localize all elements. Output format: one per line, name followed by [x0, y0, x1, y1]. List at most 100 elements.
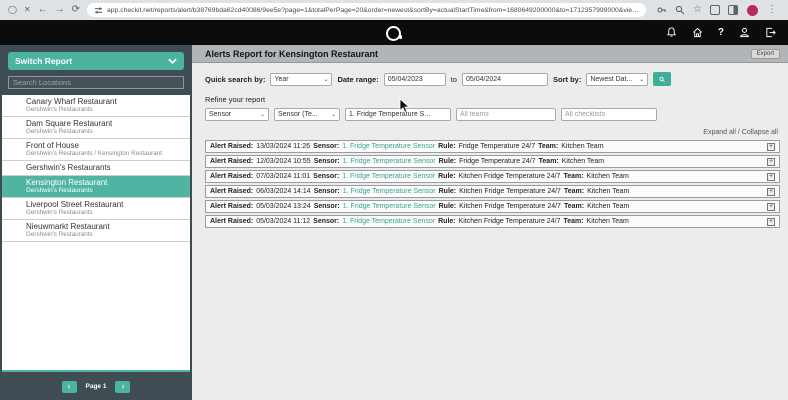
- rule-value: Kitchen Fridge Temperature 24/7: [459, 203, 561, 210]
- url-text[interactable]: app.checkit.net/reports/alert/b38769bda6…: [107, 7, 639, 14]
- sensor-label: Sensor:: [313, 173, 339, 180]
- export-button[interactable]: Export: [751, 49, 780, 59]
- alert-row[interactable]: Alert Raised: 13/03/2024 11:26 Sensor: 1…: [205, 140, 780, 153]
- notifications-bell-icon[interactable]: [666, 27, 677, 38]
- refresh-button[interactable]: ⟳: [72, 5, 80, 15]
- team-label: Team:: [563, 218, 583, 225]
- rule-label: Rule:: [439, 158, 457, 165]
- filter-row: Sensor ⌄ Sensor (Te... ⌄ 1. Fridge Tempe…: [205, 108, 780, 121]
- sensor-label: Sensor:: [314, 158, 340, 165]
- alert-raised-value: 13/03/2024 11:26: [256, 143, 310, 150]
- team-value: Kitchen Team: [587, 173, 629, 180]
- alert-row[interactable]: Alert Raised: 05/03/2024 13:24 Sensor: 1…: [205, 200, 780, 213]
- expand-alert-icon[interactable]: +: [767, 158, 775, 166]
- browser-chrome: ◯ ✕ ← → ⟳ app.checkit.net/reports/alert/…: [0, 0, 788, 20]
- browser-menu-icon[interactable]: ⋮: [767, 5, 777, 15]
- team-value: Kitchen Team: [561, 143, 603, 150]
- location-list: Canary Wharf Restaurant Gershwin's Resta…: [2, 95, 190, 372]
- account-person-icon[interactable]: [739, 27, 750, 38]
- alert-raised-label: Alert Raised:: [210, 143, 253, 150]
- expand-alert-icon[interactable]: +: [767, 143, 775, 151]
- sensor-link[interactable]: 1. Fridge Temperature Sensor: [343, 203, 436, 210]
- expand-collapse-all-link[interactable]: Expand all / Collapse all: [205, 129, 778, 136]
- location-list-item[interactable]: Liverpool Street Restaurant Gershwin's R…: [2, 198, 190, 220]
- checkit-logo-icon[interactable]: [386, 26, 402, 40]
- address-bar[interactable]: app.checkit.net/reports/alert/b38769bda6…: [87, 3, 646, 17]
- rule-value: Kitchen Fridge Temperature 24/7: [459, 173, 561, 180]
- tab-circle-icon[interactable]: ◯: [8, 6, 17, 14]
- chevron-down-icon: ⌄: [319, 76, 328, 83]
- team-label: Team:: [539, 158, 559, 165]
- alert-row[interactable]: Alert Raised: 12/03/2024 10:55 Sensor: 1…: [205, 155, 780, 168]
- tab-close-icon[interactable]: ✕: [24, 6, 31, 14]
- alert-row[interactable]: Alert Raised: 07/03/2024 11:01 Sensor: 1…: [205, 170, 780, 183]
- alert-raised-label: Alert Raised:: [210, 218, 253, 225]
- alert-raised-value: 05/03/2024 13:24: [256, 203, 311, 210]
- expand-alert-icon[interactable]: +: [767, 188, 775, 196]
- home-icon[interactable]: [692, 27, 703, 38]
- sensor-link[interactable]: 1. Fridge Temperature Sensor: [342, 143, 435, 150]
- site-info-icon[interactable]: [94, 6, 103, 15]
- rule-label: Rule:: [438, 218, 456, 225]
- switch-report-button[interactable]: Switch Report: [8, 52, 184, 70]
- teams-filter-input[interactable]: [456, 108, 556, 121]
- next-page-button[interactable]: ›: [115, 381, 130, 393]
- date-to-input[interactable]: [462, 73, 548, 86]
- location-list-item[interactable]: Canary Wharf Restaurant Gershwin's Resta…: [2, 95, 190, 117]
- zoom-icon[interactable]: [675, 5, 685, 15]
- rule-label: Rule:: [439, 203, 457, 210]
- team-value: Kitchen Team: [562, 158, 604, 165]
- team-label: Team:: [564, 203, 584, 210]
- page-indicator: Page 1: [86, 383, 107, 390]
- team-label: Team:: [538, 143, 558, 150]
- team-label: Team:: [564, 188, 584, 195]
- quick-search-select[interactable]: Year ⌄: [270, 73, 332, 86]
- key-icon[interactable]: [657, 5, 667, 15]
- sensor-link[interactable]: 1. Fridge Temperature Sensor: [342, 173, 435, 180]
- prev-page-button[interactable]: ‹: [62, 381, 77, 393]
- sensor-label: Sensor:: [313, 143, 339, 150]
- chevron-down-icon: ⌄: [256, 111, 265, 118]
- sensor-link[interactable]: 1. Fridge Temperature Sensor: [343, 188, 436, 195]
- date-from-input[interactable]: [384, 73, 446, 86]
- logout-icon[interactable]: [765, 27, 776, 38]
- alert-raised-label: Alert Raised:: [210, 203, 253, 210]
- team-value: Kitchen Team: [587, 188, 629, 195]
- profile-avatar[interactable]: [746, 4, 759, 17]
- team-value: Kitchen Team: [587, 218, 629, 225]
- forward-button[interactable]: →: [55, 5, 65, 15]
- sensor-type-filter-select[interactable]: Sensor (Te... ⌄: [274, 108, 340, 121]
- tab-group-icon[interactable]: [710, 5, 720, 15]
- help-icon[interactable]: ?: [718, 27, 724, 38]
- alert-raised-label: Alert Raised:: [210, 188, 253, 195]
- team-label: Team:: [563, 173, 583, 180]
- sensor-filter-select[interactable]: Sensor ⌄: [205, 108, 269, 121]
- expand-alert-icon[interactable]: +: [767, 173, 775, 181]
- sensor-value-filter[interactable]: 1. Fridge Temperature S...: [345, 108, 451, 121]
- search-locations-input[interactable]: [8, 76, 184, 89]
- sort-by-select[interactable]: Newest Dat... ⌄: [586, 73, 648, 86]
- sensor-label: Sensor:: [314, 203, 340, 210]
- expand-alert-icon[interactable]: +: [767, 203, 775, 211]
- location-list-item[interactable]: Kensington Restaurant Gershwin's Restaur…: [2, 176, 190, 198]
- chevron-down-icon: [168, 58, 177, 65]
- location-list-item[interactable]: Dam Square Restaurant Gershwin's Restaur…: [2, 117, 190, 139]
- alert-row[interactable]: Alert Raised: 05/03/2024 11:12 Sensor: 1…: [205, 215, 780, 228]
- expand-alert-icon[interactable]: +: [767, 218, 775, 226]
- back-button[interactable]: ←: [38, 5, 48, 15]
- sensor-link[interactable]: 1. Fridge Temperature Sensor: [343, 158, 436, 165]
- bookmark-star-icon[interactable]: ☆: [693, 5, 702, 15]
- search-button[interactable]: [653, 72, 671, 86]
- alert-row[interactable]: Alert Raised: 06/03/2024 14:14 Sensor: 1…: [205, 185, 780, 198]
- alert-raised-value: 06/03/2024 14:14: [256, 188, 311, 195]
- sidebar: Switch Report Canary Wharf Restaurant Ge…: [0, 45, 192, 400]
- screen: { "accent_color": "#4cb3a0", "browser": …: [0, 0, 788, 400]
- rule-value: Kitchen Fridge Temperature 24/7: [459, 218, 561, 225]
- side-panel-icon[interactable]: [728, 5, 738, 15]
- location-list-item[interactable]: Front of House Gershwin's Restaurants / …: [2, 139, 190, 161]
- sensor-link[interactable]: 1. Fridge Temperature Sensor: [342, 218, 435, 225]
- location-list-item[interactable]: Nieuwmarkt Restaurant Gershwin's Restaur…: [2, 220, 190, 242]
- browser-toolbar-icons: ☆ ⋮: [657, 4, 777, 17]
- checklists-filter-input[interactable]: [561, 108, 657, 121]
- location-list-item[interactable]: Gershwin's Restaurants: [2, 161, 190, 176]
